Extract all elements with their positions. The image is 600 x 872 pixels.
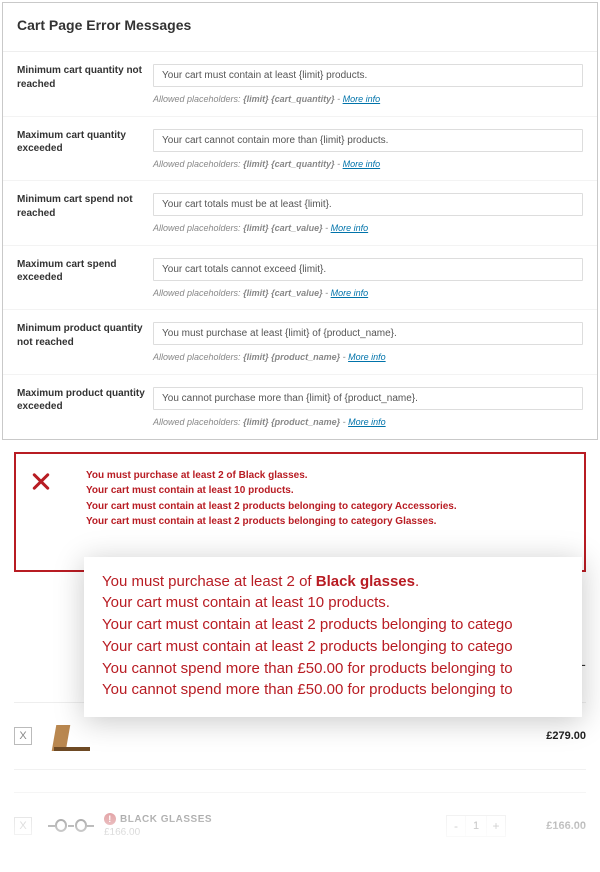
qty-decrease-button[interactable]: - [447, 816, 465, 836]
more-info-link[interactable]: More info [331, 288, 369, 298]
panel-title: Cart Page Error Messages [3, 3, 597, 52]
setting-row-min-cart-qty: Minimum cart quantity not reached Allowe… [3, 52, 597, 117]
error-line: Your cart must contain at least 2 produc… [86, 514, 570, 530]
more-info-link[interactable]: More info [348, 352, 386, 362]
setting-row-max-product-qty: Maximum product quantity exceeded Allowe… [3, 375, 597, 439]
setting-row-max-cart-qty: Maximum cart quantity exceeded Allowed p… [3, 117, 597, 182]
product-thumbnail [48, 721, 94, 751]
warning-icon: ! [104, 813, 116, 825]
setting-input-max-cart-qty[interactable] [153, 129, 583, 152]
setting-input-min-cart-spend[interactable] [153, 193, 583, 216]
setting-label: Maximum product quantity exceeded [17, 387, 145, 433]
qty-value: 1 [465, 816, 487, 836]
error-message-list: You must purchase at least 2 of Black gl… [86, 468, 570, 530]
placeholder-help: Allowed placeholders: {limit} {cart_valu… [153, 287, 583, 300]
setting-input-min-product-qty[interactable] [153, 322, 583, 345]
cart-preview: You must purchase at least 2 of Black gl… [0, 442, 600, 872]
zoom-line: Your cart must contain at least 10 produ… [102, 592, 564, 614]
more-info-link[interactable]: More info [343, 94, 381, 104]
zoom-line: Your cart must contain at least 2 produc… [102, 636, 564, 658]
setting-row-min-cart-spend: Minimum cart spend not reached Allowed p… [3, 181, 597, 246]
product-unit-price: £166.00 [104, 827, 436, 838]
more-info-link[interactable]: More info [331, 223, 369, 233]
setting-input-max-cart-spend[interactable] [153, 258, 583, 281]
placeholder-help: Allowed placeholders: {limit} {cart_quan… [153, 93, 583, 106]
glasses-icon [48, 825, 55, 827]
setting-row-max-cart-spend: Maximum cart spend exceeded Allowed plac… [3, 246, 597, 311]
product-thumbnail [48, 811, 94, 841]
line-subtotal: £279.00 [516, 730, 586, 742]
setting-label: Minimum cart quantity not reached [17, 64, 145, 110]
zoom-line: You cannot spend more than £50.00 for pr… [102, 658, 564, 680]
product-name: !BLACK GLASSES [104, 813, 436, 825]
error-zoom-overlay: You must purchase at least 2 of Black gl… [84, 557, 582, 718]
zoom-line: Your cart must contain at least 2 produc… [102, 614, 564, 636]
more-info-link[interactable]: More info [343, 159, 381, 169]
cart-item-row: X !BLACK GLASSES £166.00 - 1 + £166.00 [14, 792, 586, 860]
error-messages-panel: Cart Page Error Messages Minimum cart qu… [2, 2, 598, 440]
setting-label: Maximum cart quantity exceeded [17, 129, 145, 175]
error-line: Your cart must contain at least 10 produ… [86, 483, 570, 499]
setting-row-min-product-qty: Minimum product quantity not reached All… [3, 310, 597, 375]
quantity-stepper[interactable]: - 1 + [446, 815, 506, 837]
more-info-link[interactable]: More info [348, 417, 386, 427]
qty-increase-button[interactable]: + [487, 816, 505, 836]
zoom-line: You must purchase at least 2 of Black gl… [102, 571, 564, 593]
error-line: You must purchase at least 2 of Black gl… [86, 468, 570, 484]
zoom-line: You cannot spend more than £50.00 for pr… [102, 679, 564, 701]
placeholder-help: Allowed placeholders: {limit} {cart_quan… [153, 158, 583, 171]
setting-input-min-cart-qty[interactable] [153, 64, 583, 87]
placeholder-help: Allowed placeholders: {limit} {product_n… [153, 416, 583, 429]
error-icon [30, 470, 52, 492]
remove-item-button[interactable]: X [14, 727, 32, 745]
setting-label: Maximum cart spend exceeded [17, 258, 145, 304]
placeholder-help: Allowed placeholders: {limit} {cart_valu… [153, 222, 583, 235]
placeholder-help: Allowed placeholders: {limit} {product_n… [153, 351, 583, 364]
cart-error-banner: You must purchase at least 2 of Black gl… [14, 452, 586, 572]
setting-input-max-product-qty[interactable] [153, 387, 583, 410]
setting-label: Minimum cart spend not reached [17, 193, 145, 239]
error-line: Your cart must contain at least 2 produc… [86, 499, 570, 515]
remove-item-button[interactable]: X [14, 817, 32, 835]
setting-label: Minimum product quantity not reached [17, 322, 145, 368]
